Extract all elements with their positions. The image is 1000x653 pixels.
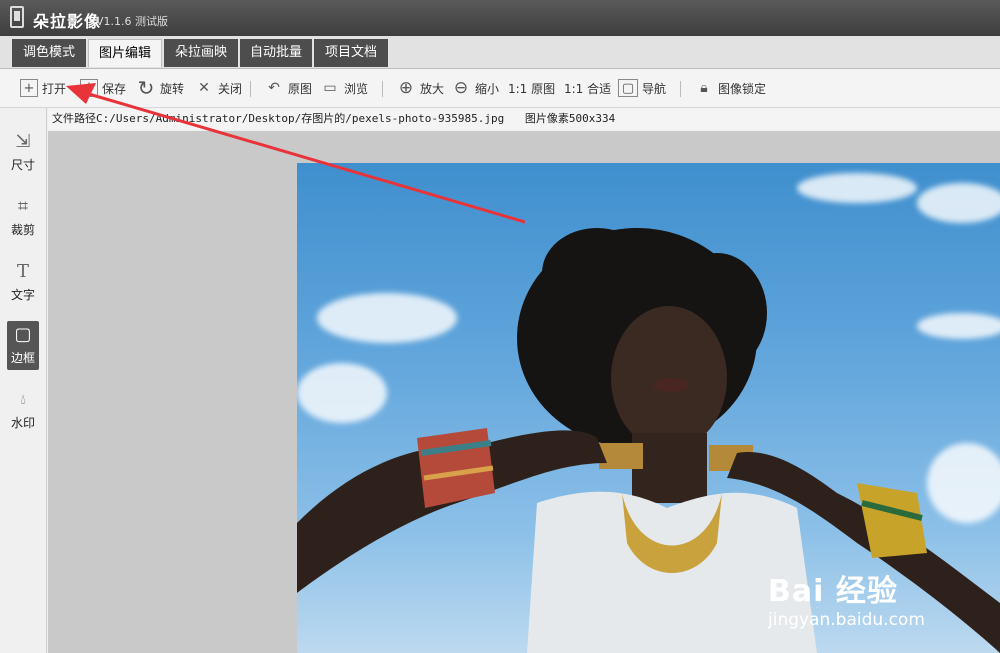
resize-icon: ⇲ (15, 131, 31, 152)
zoom-in-label: 放大 (420, 81, 445, 96)
tab-image-edit[interactable]: 图片编辑 (88, 39, 162, 67)
rotate-label: 旋转 (160, 81, 185, 96)
zoom-out-button[interactable]: ⊖ 缩小 (451, 77, 499, 99)
zoom-in-button[interactable]: ⊕ 放大 (396, 77, 444, 99)
face-shape (611, 306, 727, 450)
sidebar-item-resize[interactable]: ⇲ 尺寸 (7, 130, 39, 173)
navigate-label: 导航 (642, 81, 667, 96)
toolbar-divider (680, 81, 681, 97)
file-info-bar: 文件路径C:/Users/Administrator/Desktop/存图片的/… (48, 108, 1000, 130)
folder-icon: ▭ (323, 80, 337, 96)
toolbar: + 打开 ↓ 保存 ↻ 旋转 ✕ 关闭 ↶ 原图 ▭ 浏览 ⊕ 放大 ⊖ 缩小 … (0, 69, 1000, 108)
open-button[interactable]: + 打开 (20, 77, 66, 99)
toolbar-divider (382, 81, 383, 97)
title-bar: 朵拉影像 V1.1.6 测试版 (0, 0, 1000, 36)
save-button[interactable]: ↓ 保存 (80, 77, 126, 99)
app-logo-icon (10, 6, 24, 28)
lock-image-button[interactable]: 🔒︎ 图像锁定 (694, 77, 766, 99)
sidebar-item-text[interactable]: T 文字 (7, 260, 39, 303)
close-icon: ✕ (198, 80, 210, 96)
tool-sidebar: ⇲ 尺寸 ⌗ 裁剪 T 文字 ▢ 边框 💧︎ 水印 (0, 108, 47, 653)
undo-icon: ↶ (268, 80, 280, 96)
plus-icon: + (20, 79, 38, 97)
download-icon: ↓ (80, 79, 98, 97)
zoom-out-icon: ⊖ (453, 78, 469, 98)
tab-dora-slideshow[interactable]: 朵拉画映 (164, 39, 238, 67)
watermark-url: jingyan.baidu.com (768, 610, 925, 630)
actual-size-button[interactable]: 1:1 原图 (508, 77, 555, 99)
sidebar-item-label: 尺寸 (10, 158, 35, 172)
image-pixels: 图片像素500x334 (524, 112, 616, 125)
tab-project-docs[interactable]: 项目文档 (314, 39, 388, 67)
app-title: 朵拉影像 (33, 12, 102, 31)
tab-bar: 调色模式 图片编辑 朵拉画映 自动批量 项目文档 (0, 36, 1000, 69)
tab-color-mode[interactable]: 调色模式 (12, 39, 86, 67)
close-button[interactable]: ✕ 关闭 (194, 77, 242, 99)
sidebar-item-label: 文字 (10, 288, 35, 302)
sidebar-item-label: 边框 (10, 351, 35, 365)
watermark-icon: 💧︎ (20, 392, 26, 408)
fit-size-button[interactable]: 1:1 合适 (564, 77, 611, 99)
crop-icon: ⌗ (17, 196, 29, 217)
open-label: 打开 (42, 81, 67, 96)
sidebar-item-watermark[interactable]: 💧︎ 水印 (7, 388, 39, 431)
sidebar-item-label: 水印 (10, 416, 35, 430)
watermark-brand: Bai 经验 (768, 574, 898, 609)
browse-button[interactable]: ▭ 浏览 (320, 77, 368, 99)
app-version: V1.1.6 测试版 (96, 15, 169, 28)
navigator-icon: ▢ (618, 79, 638, 97)
toolbar-divider (250, 81, 251, 97)
sidebar-item-label: 裁剪 (10, 223, 35, 237)
text-icon: T (16, 261, 29, 282)
browse-label: 浏览 (344, 81, 369, 96)
zoom-out-label: 缩小 (475, 81, 500, 96)
file-path: 文件路径C:/Users/Administrator/Desktop/存图片的/… (52, 112, 505, 125)
baidu-watermark: Bai 经验 jingyan.baidu.com (768, 566, 925, 630)
lock-label: 图像锁定 (718, 81, 767, 96)
lock-icon: 🔒︎ (700, 80, 708, 96)
tab-auto-batch[interactable]: 自动批量 (240, 39, 312, 67)
original-label: 原图 (288, 81, 313, 96)
zoom-in-icon: ⊕ (398, 78, 414, 98)
save-label: 保存 (102, 81, 127, 96)
close-label: 关闭 (218, 81, 243, 96)
navigate-button[interactable]: ▢ 导航 (618, 77, 666, 99)
sidebar-item-crop[interactable]: ⌗ 裁剪 (7, 195, 39, 238)
sidebar-item-border[interactable]: ▢ 边框 (7, 321, 39, 370)
rotate-icon: ↻ (137, 76, 155, 100)
border-icon: ▢ (14, 324, 32, 345)
rotate-button[interactable]: ↻ 旋转 (136, 76, 185, 100)
original-image-button[interactable]: ↶ 原图 (264, 77, 312, 99)
